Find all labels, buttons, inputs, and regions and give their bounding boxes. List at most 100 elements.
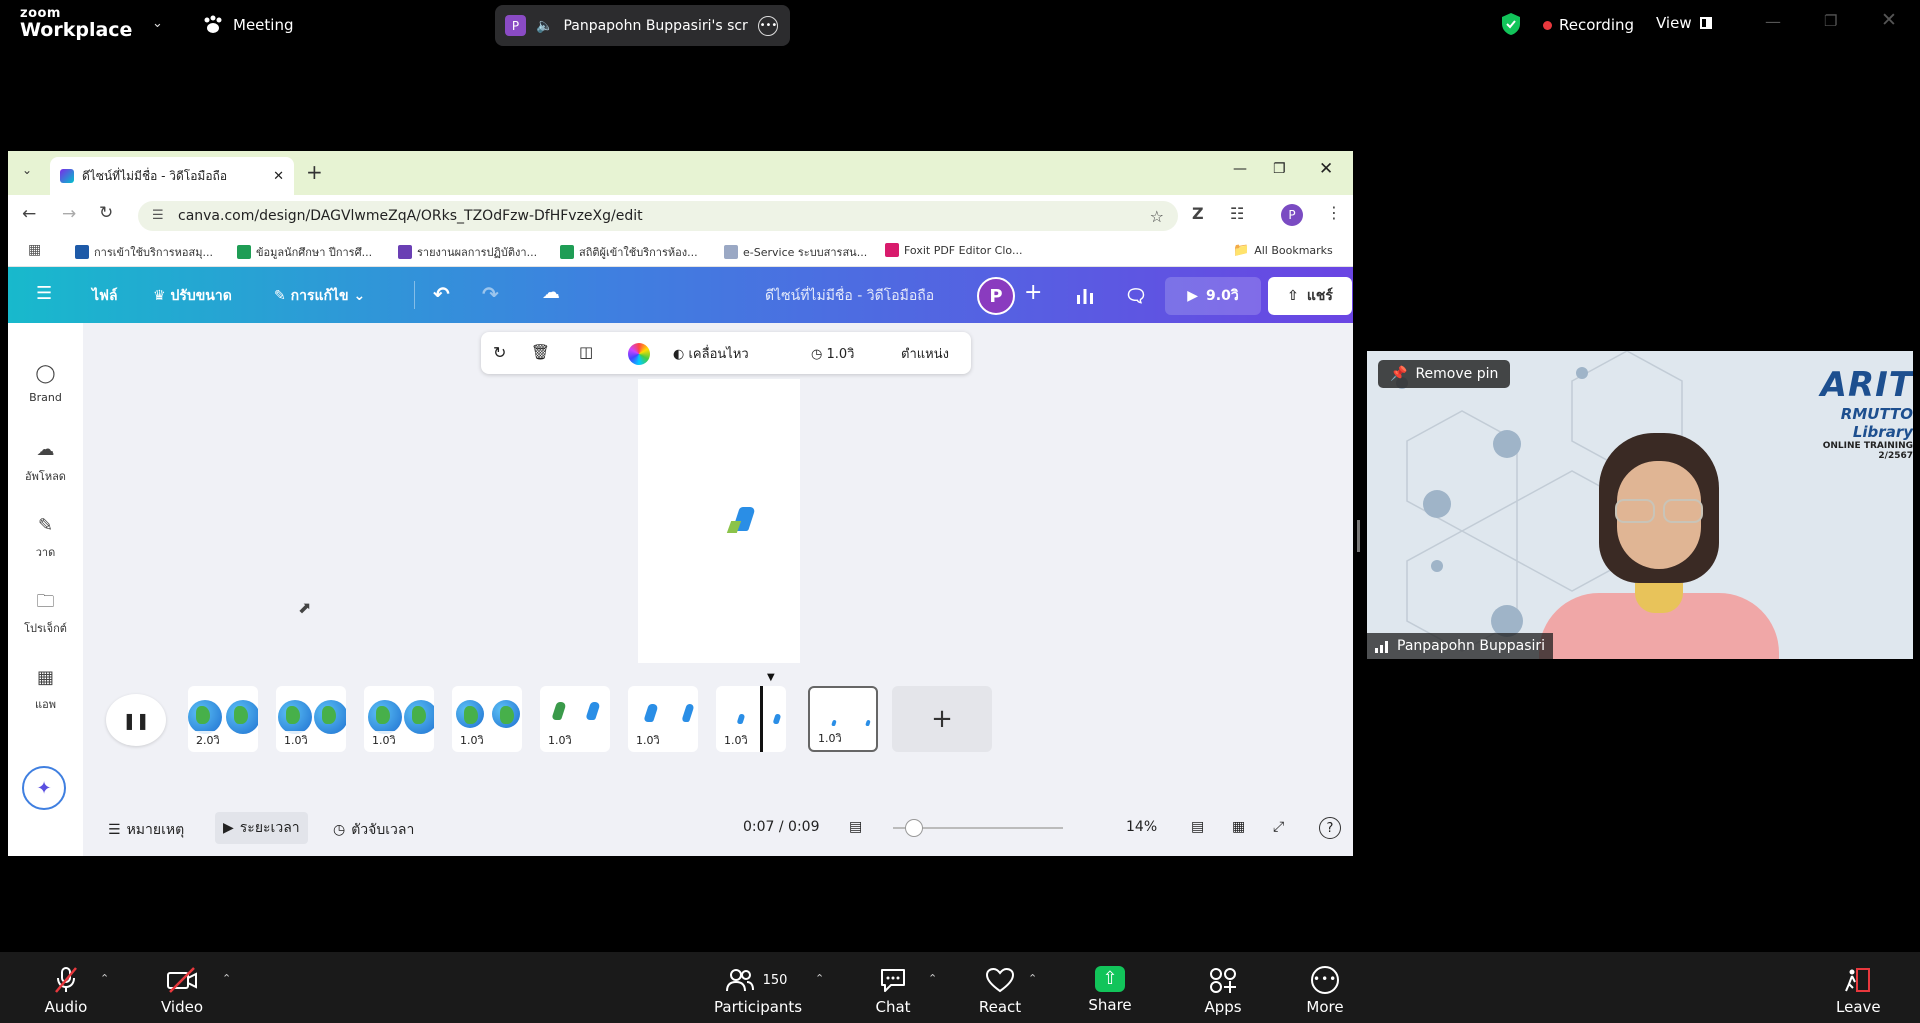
page-view-icon[interactable]: ▤ [849, 819, 862, 835]
pause-button[interactable]: ❚❚ [106, 694, 166, 746]
video-button[interactable]: Video [160, 966, 204, 1016]
apps-grid-icon[interactable]: ▦ [28, 242, 41, 258]
more-button[interactable]: ••• More [1304, 966, 1346, 1016]
window-restore-icon[interactable]: ❐ [1273, 161, 1286, 177]
delete-icon[interactable]: 🗑 [531, 343, 550, 361]
bookmark-3[interactable]: รายงานผลการปฏิบัติงา... [398, 243, 537, 261]
grid-view-icon[interactable]: ▦ [1232, 819, 1245, 835]
tab-close-icon[interactable]: ✕ [273, 169, 284, 184]
all-bookmarks[interactable]: 📁 All Bookmarks [1233, 243, 1333, 258]
collaborator-avatar[interactable]: P [977, 277, 1015, 315]
pages-view-icon[interactable]: ▤ [1191, 819, 1204, 835]
share-button[interactable]: ⇧ แชร์ [1268, 277, 1352, 315]
timeline-toggle-button[interactable]: ▶ ระยะเวลา [215, 812, 308, 844]
chevron-down-icon[interactable]: ⌄ [152, 16, 163, 31]
design-title[interactable]: ดีไซน์ที่ไม่มีชื่อ - วิดีโอมือถือ [765, 285, 934, 307]
notes-button[interactable]: ☰ หมายเหตุ [108, 819, 184, 841]
chat-button[interactable]: Chat [870, 966, 916, 1016]
browser-tab[interactable]: ดีไซน์ที่ไม่มีชื่อ - วิดีโอมือถือ ✕ [50, 157, 294, 195]
profile-avatar[interactable]: P [1281, 204, 1303, 226]
audio-options-caret-icon[interactable]: ⌃ [100, 972, 109, 985]
split-divider-handle[interactable] [1357, 520, 1360, 552]
participant-video-tile[interactable]: ARIT RMUTTO Library ONLINE TRAINING 2/25… [1367, 351, 1913, 659]
video-options-caret-icon[interactable]: ⌃ [222, 972, 231, 985]
flip-icon[interactable]: ◫ [579, 343, 593, 361]
window-minimize-icon[interactable]: — [1233, 161, 1247, 177]
hamburger-menu-icon[interactable]: ☰ [36, 283, 52, 304]
back-arrow-icon[interactable]: ← [22, 204, 36, 224]
resize-menu[interactable]: ♛ ปรับขนาด [153, 285, 232, 307]
participants-button[interactable]: 150 Participants [714, 966, 802, 1016]
redo-icon[interactable]: ↷ [482, 282, 499, 306]
screen-share-indicator[interactable]: P 🔈 Panpapohn Buppasiri's scree ••• [495, 5, 790, 46]
rail-uploads[interactable]: ☁ อัพโหลด [8, 439, 83, 485]
extension-z-icon[interactable]: Z [1192, 204, 1204, 223]
help-icon[interactable]: ? [1319, 817, 1341, 839]
more-options-icon[interactable]: ••• [758, 15, 779, 36]
timeline-frame-3[interactable]: 1.0วิ [364, 686, 434, 752]
comment-icon[interactable]: 🗨 [1116, 277, 1156, 315]
position-button[interactable]: ตำแหน่ง [901, 343, 949, 364]
window-close-icon[interactable]: ✕ [1319, 159, 1333, 179]
cloud-saved-icon[interactable]: ☁ [542, 282, 560, 303]
extensions-puzzle-icon[interactable]: ☷ [1230, 204, 1244, 223]
url-input[interactable]: ☰ canva.com/design/DAGVlwmeZqA/ORks_TZOd… [138, 201, 1178, 231]
add-page-button[interactable]: + [892, 686, 992, 752]
add-collaborator-icon[interactable]: + [1024, 280, 1042, 305]
minimize-icon[interactable]: — [1765, 12, 1781, 31]
chat-options-caret-icon[interactable]: ⌃ [928, 972, 937, 985]
animate-button[interactable]: ◐ เคลื่อนไหว [673, 343, 749, 364]
react-button[interactable]: React [976, 966, 1024, 1016]
browser-menu-icon[interactable]: ⋮ [1326, 203, 1342, 222]
apps-button[interactable]: Apps [1202, 966, 1244, 1016]
share-screen-button[interactable]: ⇧ Share [1088, 966, 1132, 1014]
play-button[interactable]: ▶ 9.0วิ [1165, 277, 1261, 315]
audio-button[interactable]: Audio [44, 966, 88, 1016]
zoom-slider-handle[interactable] [905, 819, 923, 837]
playhead-line[interactable] [760, 686, 763, 752]
timeline-frame-6[interactable]: 1.0วิ [628, 686, 698, 752]
bookmark-6[interactable]: Foxit PDF Editor Clo... [885, 243, 1022, 257]
timeline-frame-2[interactable]: 1.0วิ [276, 686, 346, 752]
file-menu[interactable]: ไฟล์ [92, 285, 118, 307]
tab-search-chevron-icon[interactable]: ⌄ [22, 163, 32, 177]
timeline-frame-8[interactable]: 1.0วิ [808, 686, 878, 752]
replace-icon[interactable]: ↻ [493, 343, 506, 362]
bookmark-2[interactable]: ข้อมูลนักศึกษา ปีการศึ... [237, 243, 372, 261]
meeting-menu[interactable]: Meeting [202, 15, 293, 35]
new-tab-icon[interactable]: + [306, 160, 323, 184]
close-icon[interactable]: ✕ [1881, 9, 1897, 31]
security-shield-icon[interactable] [1500, 12, 1522, 36]
site-info-icon[interactable]: ☰ [152, 208, 164, 223]
duration-button[interactable]: ◷ 1.0วิ [811, 343, 854, 364]
rail-brand[interactable]: ◯ Brand [8, 363, 83, 404]
zoom-level[interactable]: 14% [1126, 819, 1157, 835]
forward-arrow-icon[interactable]: → [62, 204, 76, 224]
participants-options-caret-icon[interactable]: ⌃ [815, 972, 824, 985]
fullscreen-icon[interactable]: ⤢ [1273, 819, 1284, 835]
recording-indicator[interactable]: Recording [1543, 16, 1634, 34]
timer-button[interactable]: ◷ ตัวจับเวลา [333, 819, 414, 841]
rail-draw[interactable]: ✎ วาด [8, 515, 83, 561]
react-options-caret-icon[interactable]: ⌃ [1028, 972, 1037, 985]
bookmark-star-icon[interactable]: ☆ [1150, 207, 1164, 226]
timeline-frame-4[interactable]: 1.0วิ [452, 686, 522, 752]
design-canvas[interactable] [638, 379, 800, 663]
restore-icon[interactable]: ❐ [1824, 12, 1837, 30]
timeline-frame-5[interactable]: 1.0วิ [540, 686, 610, 752]
reload-icon[interactable]: ↻ [99, 203, 113, 223]
color-wheel-icon[interactable] [628, 343, 650, 365]
magic-sparkle-icon[interactable]: ✦ [22, 766, 66, 810]
bookmark-1[interactable]: การเข้าใช้บริการหอสมุ... [75, 243, 213, 261]
edit-menu[interactable]: ✎ การแก้ไข ⌄ [274, 285, 365, 307]
timeline-frame-7[interactable]: 1.0วิ [716, 686, 786, 752]
view-button[interactable]: View [1656, 14, 1712, 32]
rail-projects[interactable]: 🗀 โปรเจ็กต์ [8, 591, 83, 637]
remove-pin-button[interactable]: 📌 Remove pin [1378, 360, 1511, 388]
timeline-frame-1[interactable]: 2.0วิ [188, 686, 258, 752]
undo-icon[interactable]: ↶ [433, 282, 450, 306]
insights-chart-icon[interactable] [1065, 277, 1105, 315]
bookmark-4[interactable]: สถิติผู้เข้าใช้บริการห้อง... [560, 243, 698, 261]
bookmark-5[interactable]: e-Service ระบบสารสน... [724, 243, 867, 261]
leave-button[interactable]: Leave [1836, 966, 1881, 1016]
